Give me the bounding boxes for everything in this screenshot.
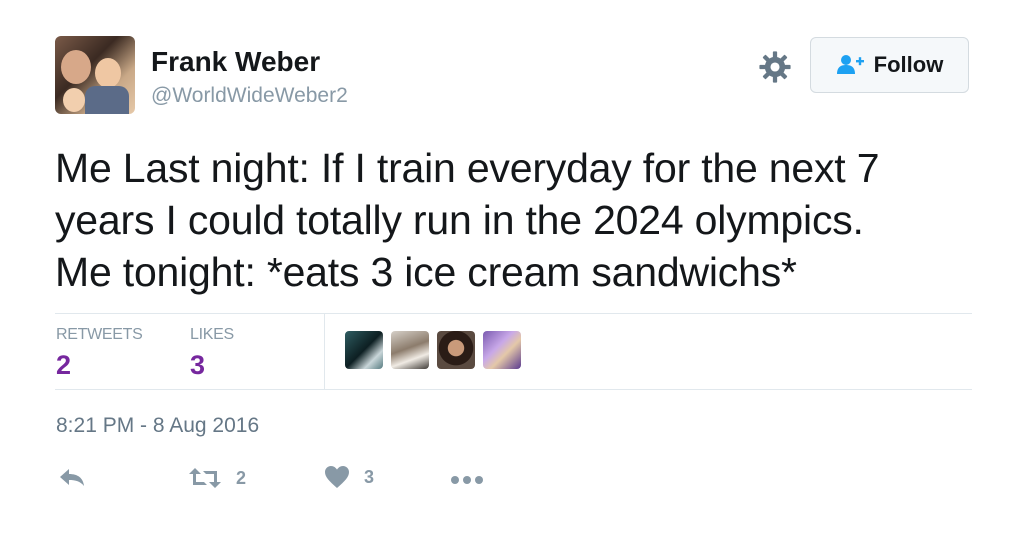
user-handle[interactable]: @WorldWideWeber2	[151, 84, 348, 108]
retweets-value: 2	[56, 350, 72, 380]
avatar-shirt	[85, 86, 129, 114]
follow-button-label: Follow	[873, 52, 944, 77]
tweet-timestamp[interactable]: 8:21 PM - 8 Aug 2016	[56, 414, 259, 438]
avatar[interactable]	[55, 36, 135, 114]
retweets-stat[interactable]: RETWEETS 2	[56, 326, 143, 381]
action-bar: 2 3	[0, 465, 1024, 495]
stats-divider	[324, 314, 325, 389]
heart-icon	[325, 466, 349, 488]
liker-avatar[interactable]	[345, 331, 383, 369]
more-button[interactable]	[450, 475, 484, 485]
reply-icon	[60, 469, 84, 486]
likes-stat[interactable]: LIKES 3	[190, 326, 234, 381]
retweet-button[interactable]: 2	[188, 466, 246, 490]
retweet-count: 2	[236, 467, 247, 488]
likes-label: LIKES	[190, 326, 234, 343]
follow-button[interactable]: Follow	[810, 37, 969, 93]
avatar-face-adult	[61, 50, 91, 84]
likes-value: 3	[190, 350, 206, 380]
retweets-label: RETWEETS	[56, 326, 143, 343]
follow-person-icon	[836, 55, 864, 74]
more-icon	[451, 476, 483, 484]
like-button[interactable]: 3	[324, 465, 374, 489]
divider-top	[55, 313, 972, 314]
retweet-icon	[189, 468, 221, 488]
user-name[interactable]: Frank Weber	[151, 46, 320, 78]
divider-bottom	[55, 389, 972, 390]
liker-avatar[interactable]	[391, 331, 429, 369]
avatar-face-child	[95, 58, 121, 88]
tweet-text: Me Last night: If I train everyday for t…	[55, 145, 880, 295]
gear-icon[interactable]	[758, 50, 792, 84]
reply-button[interactable]	[58, 467, 86, 489]
liker-avatar[interactable]	[483, 331, 521, 369]
avatar-face-baby	[63, 88, 85, 112]
like-count: 3	[364, 466, 375, 487]
likers-avatars	[345, 331, 521, 369]
liker-avatar[interactable]	[437, 331, 475, 369]
